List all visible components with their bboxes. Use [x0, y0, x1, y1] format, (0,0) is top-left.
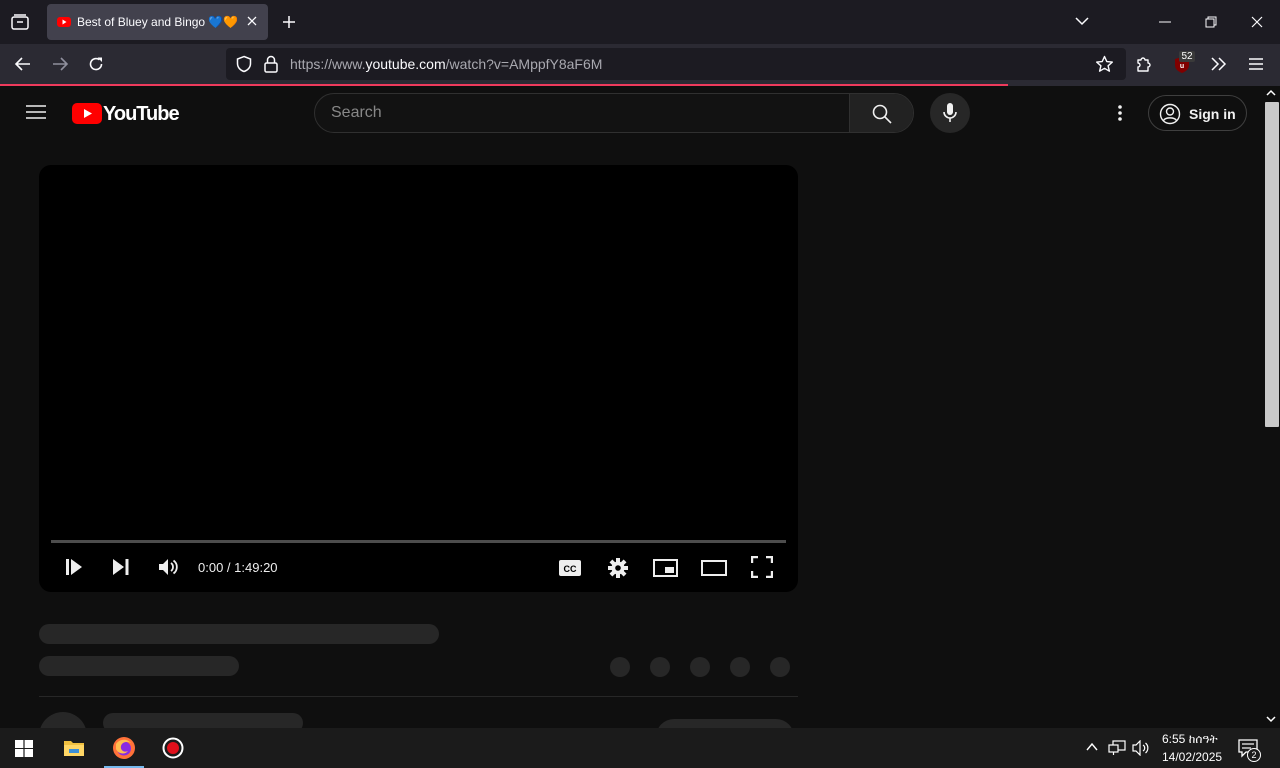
account-circle-icon [1159, 103, 1181, 125]
scroll-down-arrow-icon[interactable] [1266, 715, 1276, 723]
subtitles-cc-icon[interactable]: CC [558, 559, 582, 577]
app-menu-icon[interactable] [1248, 57, 1264, 71]
voice-search-button[interactable] [930, 93, 970, 133]
divider [39, 696, 798, 697]
scroll-up-arrow-icon[interactable] [1266, 89, 1276, 97]
network-icon[interactable] [1108, 740, 1126, 756]
notification-count-badge: 2 [1247, 748, 1261, 762]
search-box [314, 93, 914, 133]
reload-icon[interactable] [87, 55, 105, 73]
duration: 1:49:20 [234, 560, 278, 575]
tab-close-icon[interactable] [246, 15, 258, 27]
miniplayer-icon[interactable] [653, 559, 678, 577]
youtube-favicon-icon [57, 15, 71, 29]
next-icon[interactable] [112, 559, 130, 575]
back-icon[interactable] [14, 55, 32, 73]
svg-text:u: u [1180, 63, 1184, 70]
title-placeholder [39, 624, 439, 644]
list-all-tabs-icon[interactable] [1074, 15, 1090, 27]
start-windows-icon[interactable] [15, 740, 33, 757]
page-scrollbar[interactable] [1262, 86, 1280, 728]
url-bar[interactable]: https://www.youtube.com/watch?v=AMppfY8a… [226, 48, 1126, 80]
restore-icon[interactable] [1205, 16, 1217, 28]
extensions-puzzle-icon[interactable] [1135, 55, 1153, 73]
active-tab[interactable]: Best of Bluey and Bingo 💙🧡 [47, 4, 268, 40]
firefox-icon[interactable] [112, 736, 136, 760]
settings-more-icon[interactable] [1117, 104, 1123, 122]
lock-icon[interactable] [263, 55, 279, 73]
url-text[interactable]: https://www.youtube.com/watch?v=AMppfY8a… [290, 56, 602, 72]
action-placeholder [690, 657, 710, 677]
screen-recorder-icon[interactable] [162, 737, 184, 759]
tab-title: Best of Bluey and Bingo 💙🧡 [77, 15, 239, 29]
guide-menu-icon[interactable] [26, 104, 46, 120]
forward-icon[interactable] [51, 55, 69, 73]
microphone-icon [943, 103, 957, 122]
minimize-icon[interactable] [1159, 21, 1171, 23]
search-button[interactable] [849, 94, 913, 132]
fullscreen-icon[interactable] [751, 556, 773, 578]
sign-in-button[interactable]: Sign in [1148, 95, 1247, 131]
subtitle-placeholder [39, 656, 239, 676]
tracking-protection-shield-icon[interactable] [235, 55, 253, 73]
play-icon[interactable] [65, 558, 83, 576]
search-input[interactable] [331, 102, 841, 124]
action-placeholder [770, 657, 790, 677]
action-placeholder [730, 657, 750, 677]
youtube-page: YouTube Sign in 0:00 / 1:49:20 CC [0, 86, 1262, 728]
volume-icon[interactable] [158, 558, 178, 576]
action-placeholder [650, 657, 670, 677]
new-tab-icon[interactable] [281, 14, 297, 30]
action-placeholder [610, 657, 630, 677]
browser-tab-bar: Best of Bluey and Bingo 💙🧡 [0, 0, 1280, 44]
theater-mode-icon[interactable] [701, 560, 727, 576]
window-close-icon[interactable] [1251, 16, 1263, 28]
file-explorer-icon[interactable] [63, 738, 85, 758]
settings-gear-icon[interactable] [607, 557, 629, 579]
extension-badge: 52 [1179, 51, 1195, 62]
taskbar-clock-date[interactable]: 14/02/2025 [1162, 750, 1222, 764]
overflow-chevron-icon[interactable] [1210, 56, 1228, 72]
current-time: 0:00 [198, 560, 224, 575]
channel-avatar-placeholder [39, 712, 87, 728]
show-hidden-icons-chevron-icon[interactable] [1086, 742, 1098, 752]
youtube-logo-text: YouTube [103, 103, 180, 125]
svg-text:CC: CC [564, 564, 577, 574]
bookmark-star-icon[interactable] [1095, 55, 1114, 73]
taskbar-clock-time[interactable]: 6:55 ከሰዓት [1162, 732, 1218, 747]
video-progress-bar[interactable] [51, 540, 786, 543]
youtube-logo-icon [72, 103, 102, 124]
channel-name-placeholder [103, 713, 303, 728]
video-player[interactable]: 0:00 / 1:49:20 CC [39, 165, 798, 592]
time-display: 0:00 / 1:49:20 [198, 560, 278, 575]
browser-nav-bar: https://www.youtube.com/watch?v=AMppfY8a… [0, 44, 1280, 84]
speaker-volume-icon[interactable] [1132, 740, 1150, 756]
windows-taskbar: 6:55 ከሰዓት 14/02/2025 2 [0, 728, 1280, 768]
subscribe-placeholder [656, 719, 794, 728]
scrollbar-thumb[interactable] [1265, 102, 1279, 427]
search-icon [872, 104, 892, 124]
sign-in-label: Sign in [1189, 106, 1236, 122]
tab-manager-icon[interactable] [10, 12, 30, 32]
